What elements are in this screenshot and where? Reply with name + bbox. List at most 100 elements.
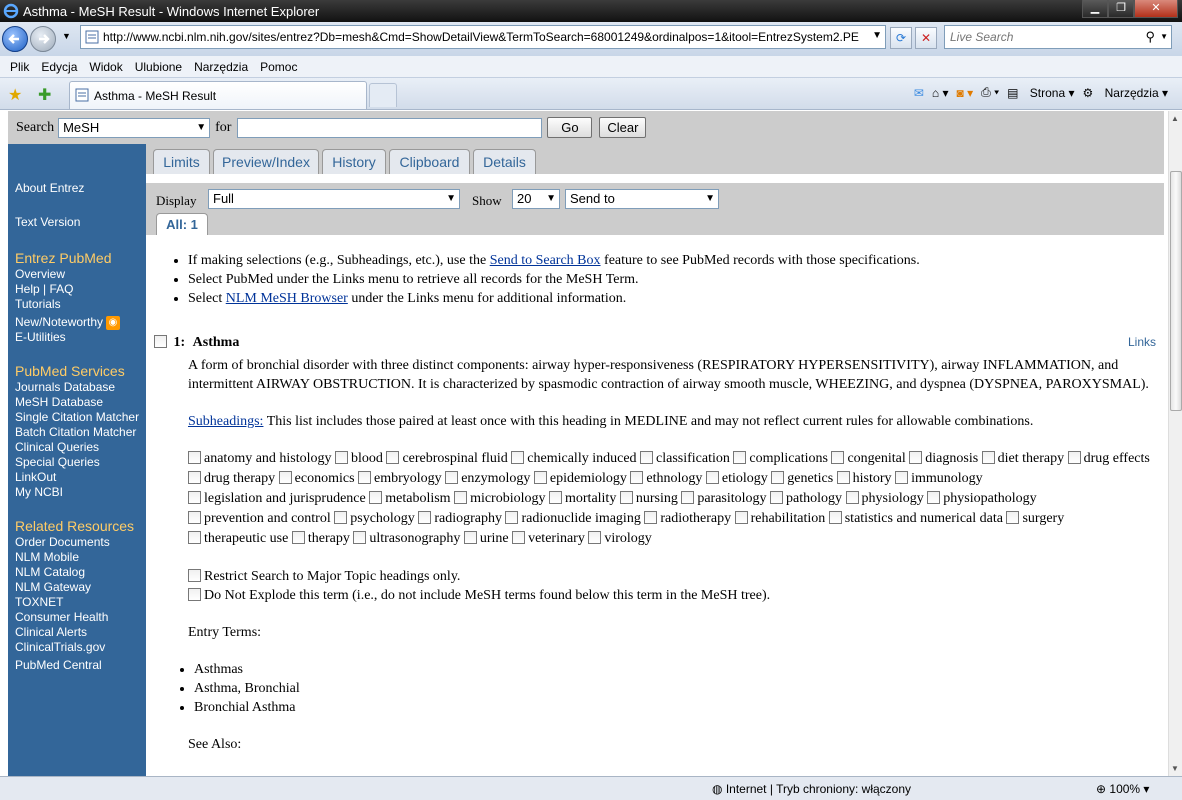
restrict-major-topic-checkbox[interactable] (188, 569, 201, 582)
menu-tools[interactable]: Narzędzia (194, 60, 248, 74)
subheading-checkbox[interactable] (511, 451, 525, 464)
subheading-checkbox[interactable] (334, 511, 348, 524)
rss-icon[interactable]: ◙ ▾ (957, 86, 974, 100)
subheading-checkbox[interactable] (369, 491, 383, 504)
subheading-checkbox[interactable] (1067, 451, 1081, 464)
record-checkbox[interactable] (154, 335, 167, 348)
send-to-search-box-link[interactable]: Send to Search Box (490, 253, 601, 268)
search-dropdown-icon[interactable]: ▼ (1160, 32, 1168, 41)
sidebar-link[interactable]: Tutorials (15, 297, 120, 312)
subheading-checkbox[interactable] (981, 451, 995, 464)
print-icon[interactable]: ⎙ ▾ (981, 85, 999, 100)
subheading-checkbox[interactable] (770, 491, 784, 504)
subheading-checkbox[interactable] (188, 451, 201, 464)
subheading-checkbox[interactable] (619, 491, 633, 504)
maximize-button[interactable]: ❐ (1108, 0, 1134, 18)
sidebar-link[interactable]: TOXNET (15, 595, 134, 610)
subheading-checkbox[interactable] (418, 511, 432, 524)
feeds-icon[interactable]: ✉ (914, 86, 924, 100)
nlm-mesh-browser-link[interactable]: NLM MeSH Browser (226, 291, 348, 306)
subheading-checkbox[interactable] (640, 451, 654, 464)
menu-favorites[interactable]: Ulubione (135, 60, 182, 74)
database-select[interactable]: MeSH ▼ (58, 117, 211, 138)
back-button[interactable] (2, 26, 28, 52)
subheading-checkbox[interactable] (386, 451, 400, 464)
subheading-checkbox[interactable] (353, 531, 367, 544)
subheading-checkbox[interactable] (505, 511, 519, 524)
clear-button[interactable]: Clear (599, 117, 647, 138)
sidebar-link[interactable]: PubMed Central (15, 658, 134, 673)
page-menu[interactable]: ▤ Strona ▾ (1007, 86, 1074, 100)
subheading-checkbox[interactable] (463, 531, 477, 544)
subheading-checkbox[interactable] (836, 471, 850, 484)
address-dropdown-icon[interactable]: ▼ (872, 30, 882, 41)
new-tab-button[interactable] (369, 83, 397, 107)
sidebar-link[interactable]: ClinicalTrials.gov (15, 640, 134, 655)
display-format-select[interactable]: Full ▼ (208, 189, 460, 209)
subheading-checkbox[interactable] (588, 531, 602, 544)
search-term-input[interactable] (237, 117, 543, 138)
minimize-button[interactable]: ▁ (1082, 0, 1108, 18)
sidebar-link[interactable]: Journals Database (15, 380, 139, 395)
zoom-control[interactable]: ⊕ 100% ▾ (1096, 782, 1149, 796)
menu-edit[interactable]: Edycja (41, 60, 77, 74)
subheading-checkbox[interactable] (705, 471, 719, 484)
sidebar-link-text-version[interactable]: Text Version (15, 215, 84, 230)
subheading-checkbox[interactable] (445, 471, 459, 484)
live-search-box[interactable]: ⚲ ▼ (944, 25, 1172, 49)
subheading-checkbox[interactable] (278, 471, 292, 484)
go-button[interactable]: Go (547, 117, 593, 138)
subheading-checkbox[interactable] (291, 531, 305, 544)
subheading-checkbox[interactable] (358, 471, 372, 484)
sidebar-link[interactable]: Overview (15, 267, 120, 282)
sidebar-link[interactable]: LinkOut (15, 470, 139, 485)
subheading-checkbox[interactable] (681, 491, 695, 504)
vertical-scrollbar[interactable]: ▲ ▼ (1168, 111, 1182, 776)
links-menu[interactable]: Links (1128, 333, 1156, 352)
subheading-checkbox[interactable] (734, 511, 748, 524)
subheading-checkbox[interactable] (733, 451, 747, 464)
subheading-checkbox[interactable] (549, 491, 562, 504)
scroll-down-icon[interactable]: ▼ (1171, 764, 1179, 773)
sidebar-link[interactable]: Clinical Queries (15, 440, 139, 455)
sidebar-link[interactable]: My NCBI (15, 485, 139, 500)
sidebar-link[interactable]: MeSH Database (15, 395, 139, 410)
live-search-input[interactable] (950, 27, 1150, 47)
tab-clipboard[interactable]: Clipboard (389, 149, 470, 174)
sidebar-link[interactable]: Clinical Alerts (15, 625, 134, 640)
tab-limits[interactable]: Limits (153, 149, 210, 174)
send-to-select[interactable]: Send to ▼ (565, 189, 719, 209)
tab-all-results[interactable]: All: 1 (156, 213, 208, 235)
history-dropdown-icon[interactable]: ▼ (62, 31, 71, 41)
sidebar-link[interactable]: Order Documents (15, 535, 134, 550)
sidebar-link[interactable]: New/Noteworthy (15, 315, 103, 330)
subheading-checkbox[interactable] (831, 451, 845, 464)
sidebar-link[interactable]: Batch Citation Matcher (15, 425, 139, 440)
subheading-checkbox[interactable] (533, 471, 547, 484)
close-window-button[interactable]: ✕ (1134, 0, 1178, 18)
subheading-checkbox[interactable] (454, 491, 468, 504)
tab-details[interactable]: Details (473, 149, 536, 174)
sidebar-link[interactable]: NLM Mobile (15, 550, 134, 565)
sidebar-link[interactable]: E-Utilities (15, 330, 120, 345)
subheading-checkbox[interactable] (188, 531, 201, 544)
menu-help[interactable]: Pomoc (260, 60, 297, 74)
forward-button[interactable] (30, 26, 56, 52)
sidebar-link[interactable]: NLM Catalog (15, 565, 134, 580)
rss-feed-icon[interactable]: ◉ (106, 315, 121, 330)
tab-history[interactable]: History (322, 149, 386, 174)
sidebar-link[interactable]: Single Citation Matcher (15, 410, 139, 425)
subheading-checkbox[interactable] (845, 491, 859, 504)
stop-button[interactable]: ✕ (915, 27, 937, 49)
address-url[interactable]: http://www.ncbi.nlm.nih.gov/sites/entrez… (103, 30, 863, 44)
subheading-checkbox[interactable] (895, 471, 909, 484)
subheading-checkbox[interactable] (630, 471, 644, 484)
sidebar-link[interactable]: Special Queries (15, 455, 139, 470)
subheading-checkbox[interactable] (927, 491, 941, 504)
favorites-star-icon[interactable]: ★ (8, 85, 22, 105)
browser-tab[interactable]: Asthma - MeSH Result (69, 81, 367, 109)
subheading-checkbox[interactable] (828, 511, 842, 524)
address-bar[interactable]: http://www.ncbi.nlm.nih.gov/sites/entrez… (80, 25, 886, 49)
show-count-select[interactable]: 20 ▼ (512, 189, 560, 209)
subheading-checkbox[interactable] (512, 531, 526, 544)
